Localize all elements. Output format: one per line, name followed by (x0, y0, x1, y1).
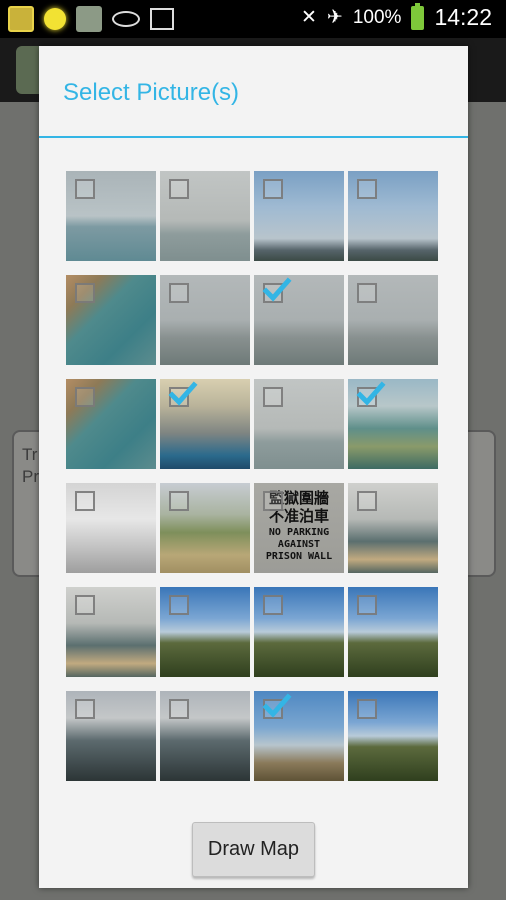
picture-thumbnail[interactable] (66, 691, 156, 781)
checkbox-unchecked[interactable] (263, 387, 283, 407)
picture-thumbnail[interactable] (160, 691, 250, 781)
picture-thumbnail[interactable] (160, 483, 250, 573)
checkmark-icon (262, 693, 292, 718)
checkbox-unchecked[interactable] (357, 595, 377, 615)
picture-thumbnail[interactable] (254, 691, 344, 781)
clock: 14:22 (434, 4, 492, 30)
checkbox-checked[interactable] (356, 381, 386, 407)
checkmark-icon (262, 277, 292, 302)
notification-icons (8, 6, 174, 32)
picture-thumbnail[interactable] (254, 379, 344, 469)
checkbox-unchecked[interactable] (169, 491, 189, 511)
checkbox-unchecked[interactable] (75, 595, 95, 615)
picture-thumbnail[interactable] (160, 379, 250, 469)
checkbox-unchecked[interactable] (357, 179, 377, 199)
checkbox-checked[interactable] (262, 693, 292, 719)
checkbox-checked[interactable] (168, 381, 198, 407)
picture-thumbnail[interactable] (160, 587, 250, 677)
picture-thumbnail[interactable] (254, 275, 344, 365)
picture-thumbnail[interactable] (66, 587, 156, 677)
checkbox-unchecked[interactable] (75, 387, 95, 407)
checkmark-icon (356, 381, 386, 406)
checkbox-unchecked[interactable] (357, 699, 377, 719)
checkbox-unchecked[interactable] (263, 595, 283, 615)
checkbox-checked[interactable] (262, 277, 292, 303)
checkmark-icon (168, 381, 198, 406)
checkbox-unchecked[interactable] (169, 283, 189, 303)
picture-thumbnail[interactable] (160, 275, 250, 365)
checkbox-unchecked[interactable] (75, 283, 95, 303)
checkbox-unchecked[interactable] (169, 595, 189, 615)
picture-thumbnail[interactable]: 監獄圍牆 不准泊車 NO PARKING AGAINST PRISON WALL (254, 483, 344, 573)
app-notification-icon (8, 6, 34, 32)
sign-text: NO PARKING (268, 527, 330, 538)
sun-icon (44, 8, 66, 30)
map-notification-icon (76, 6, 102, 32)
battery-percent: 100% (352, 6, 402, 28)
status-bar: ✕ ✈ 100% 14:22 (0, 0, 506, 38)
airplane-icon: ✈ (326, 7, 343, 28)
checkbox-unchecked[interactable] (169, 179, 189, 199)
draw-map-button[interactable]: Draw Map (192, 822, 315, 877)
eye-icon (112, 11, 140, 27)
checkbox-unchecked[interactable] (169, 699, 189, 719)
sign-text: AGAINST (277, 539, 321, 550)
picture-thumbnail[interactable] (254, 587, 344, 677)
image-icon (150, 8, 174, 30)
picture-thumbnail[interactable] (348, 379, 438, 469)
picture-thumbnail[interactable] (160, 171, 250, 261)
mute-icon: ✕ (300, 7, 317, 28)
checkbox-unchecked[interactable] (357, 283, 377, 303)
select-picture-dialog: Select Picture(s) 監獄圍牆 不准泊車 NO PARKING AGAI… (39, 46, 468, 888)
picture-thumbnail[interactable] (348, 275, 438, 365)
background-text: Tr Pr (22, 445, 39, 486)
picture-thumbnail[interactable] (66, 483, 156, 573)
picture-thumbnail[interactable] (254, 171, 344, 261)
title-divider (39, 136, 468, 138)
checkbox-unchecked[interactable] (75, 491, 95, 511)
picture-thumbnail[interactable] (66, 171, 156, 261)
picture-thumbnail[interactable] (348, 587, 438, 677)
checkbox-unchecked[interactable] (75, 699, 95, 719)
battery-icon (411, 2, 425, 30)
picture-thumbnail[interactable] (348, 483, 438, 573)
picture-thumbnail[interactable] (66, 379, 156, 469)
picture-thumbnail[interactable] (348, 691, 438, 781)
picture-thumbnail[interactable] (348, 171, 438, 261)
picture-grid: 監獄圍牆 不准泊車 NO PARKING AGAINST PRISON WALL (66, 171, 440, 781)
checkbox-unchecked[interactable] (75, 179, 95, 199)
picture-thumbnail[interactable] (66, 275, 156, 365)
dialog-title: Select Picture(s) (63, 79, 240, 106)
checkbox-unchecked[interactable] (263, 491, 283, 511)
checkbox-unchecked[interactable] (263, 179, 283, 199)
checkbox-unchecked[interactable] (357, 491, 377, 511)
sign-text: PRISON WALL (265, 551, 333, 562)
